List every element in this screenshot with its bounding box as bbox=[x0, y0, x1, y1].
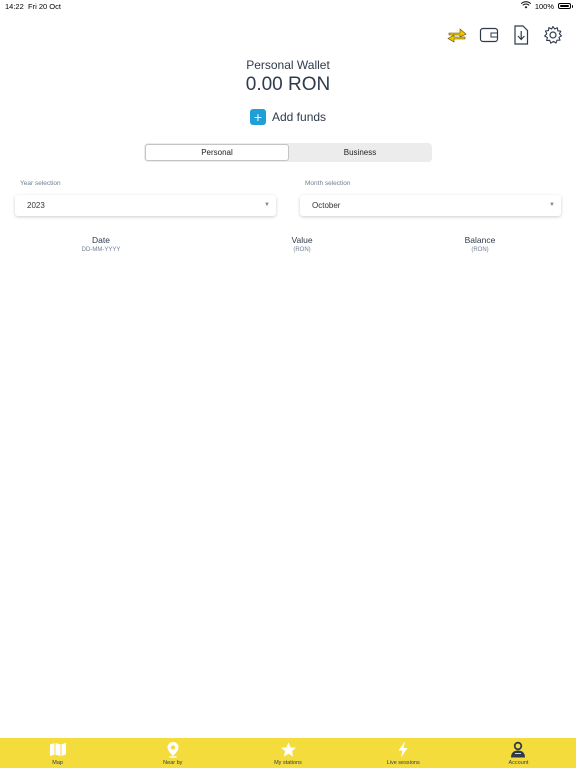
lightning-icon bbox=[394, 741, 412, 758]
user-icon bbox=[509, 741, 527, 758]
star-icon bbox=[279, 741, 297, 758]
year-selection-label: Year selection bbox=[20, 180, 61, 187]
tab-near-by[interactable]: Near by bbox=[115, 738, 230, 768]
download-document-icon[interactable] bbox=[510, 24, 532, 46]
chevron-down-icon: ▼ bbox=[264, 202, 270, 208]
add-funds-button[interactable]: + Add funds bbox=[250, 108, 326, 126]
tab-label: Account bbox=[508, 760, 529, 766]
tab-live-sessions[interactable]: Live sessions bbox=[346, 738, 461, 768]
status-bar: 14:22 Fri 20 Oct 100% bbox=[0, 0, 576, 14]
tab-account[interactable]: Account bbox=[461, 738, 576, 768]
column-subheader: (RON) bbox=[293, 247, 311, 253]
year-select[interactable]: 2023 ▼ bbox=[15, 195, 276, 216]
column-subheader: DD-MM-YYYY bbox=[81, 247, 121, 253]
column-date: Date DD-MM-YYYY bbox=[41, 235, 161, 253]
plus-icon: + bbox=[250, 109, 266, 125]
exchange-icon[interactable] bbox=[446, 24, 468, 46]
battery-percent: 100% bbox=[534, 1, 554, 11]
chevron-down-icon: ▼ bbox=[549, 202, 555, 208]
map-icon bbox=[49, 741, 67, 758]
wallet-type-segmented-control: Personal Business bbox=[144, 143, 432, 162]
column-header: Value bbox=[291, 235, 313, 245]
status-time: 14:22 bbox=[5, 2, 24, 11]
location-pin-icon bbox=[164, 741, 182, 758]
tab-label: Near by bbox=[163, 760, 183, 766]
bottom-tab-bar: Map Near by My stations Live sessions Ac… bbox=[0, 738, 576, 768]
column-subheader: (RON) bbox=[471, 247, 489, 253]
tab-map[interactable]: Map bbox=[0, 738, 115, 768]
tab-my-stations[interactable]: My stations bbox=[230, 738, 345, 768]
segment-business[interactable]: Business bbox=[289, 144, 431, 161]
segment-personal[interactable]: Personal bbox=[145, 144, 289, 161]
column-header: Date bbox=[92, 235, 110, 245]
month-select[interactable]: October ▼ bbox=[300, 195, 561, 216]
wallet-balance: 0.00 RON bbox=[245, 74, 331, 95]
wifi-icon bbox=[520, 1, 531, 11]
tab-label: Map bbox=[52, 760, 63, 766]
wallet-icon[interactable] bbox=[478, 24, 500, 46]
status-indicators: 100% bbox=[520, 1, 573, 11]
add-funds-label: Add funds bbox=[272, 110, 327, 124]
column-header: Balance bbox=[464, 235, 496, 245]
month-select-value: October bbox=[312, 201, 341, 210]
month-selection-label: Month selection bbox=[305, 180, 351, 187]
status-date: Fri 20 Oct bbox=[28, 2, 61, 11]
header-actions bbox=[446, 24, 564, 46]
column-balance: Balance (RON) bbox=[420, 235, 540, 253]
battery-icon bbox=[558, 3, 573, 9]
wallet-title: Personal Wallet bbox=[246, 58, 330, 72]
gear-icon[interactable] bbox=[542, 24, 564, 46]
column-value: Value (RON) bbox=[242, 235, 362, 253]
tab-label: My stations bbox=[274, 760, 302, 766]
year-select-value: 2023 bbox=[27, 201, 45, 210]
tab-label: Live sessions bbox=[386, 760, 420, 766]
